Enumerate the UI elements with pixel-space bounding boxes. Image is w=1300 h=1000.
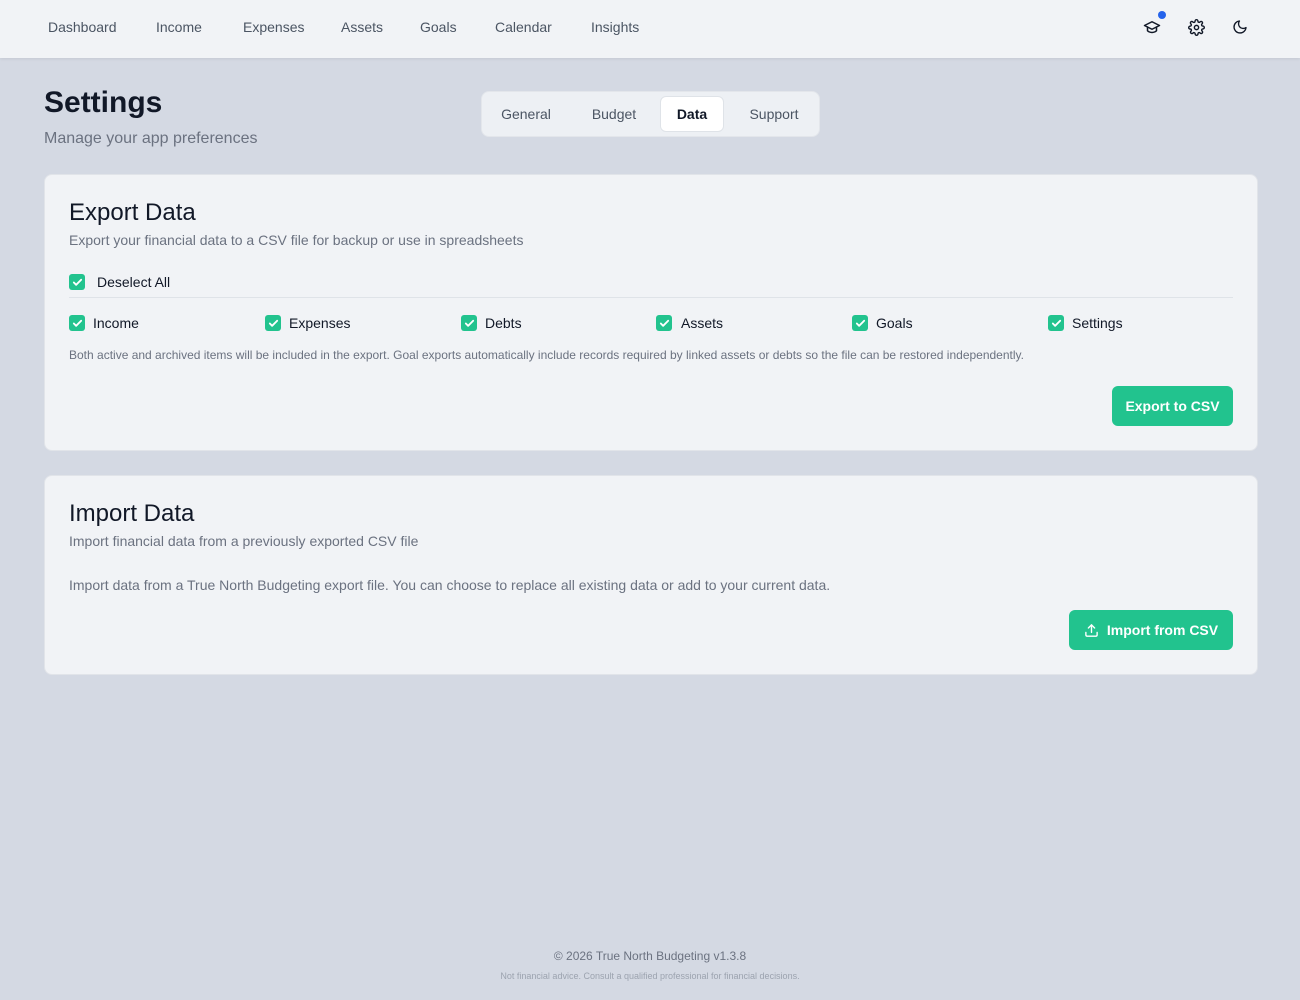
top-nav: Dashboard Income Expenses Assets Goals C… bbox=[0, 0, 1300, 58]
assets-label[interactable]: Assets bbox=[681, 315, 723, 331]
nav-dashboard[interactable]: Dashboard bbox=[48, 19, 117, 35]
divider bbox=[69, 297, 1233, 298]
nav-goals[interactable]: Goals bbox=[420, 19, 457, 35]
assets-checkbox[interactable] bbox=[656, 315, 672, 331]
nav-expenses[interactable]: Expenses bbox=[243, 19, 304, 35]
deselect-all-label[interactable]: Deselect All bbox=[97, 274, 170, 290]
check-icon bbox=[659, 319, 669, 327]
upload-icon bbox=[1085, 623, 1098, 637]
goals-checkbox[interactable] bbox=[852, 315, 868, 331]
nav-assets[interactable]: Assets bbox=[341, 19, 383, 35]
check-icon bbox=[1051, 319, 1061, 327]
tab-data[interactable]: Data bbox=[660, 96, 724, 132]
footer-disclaimer: Not financial advice. Consult a qualifie… bbox=[500, 971, 800, 981]
footer-copyright: © 2026 True North Budgeting v1.3.8 bbox=[553, 949, 747, 963]
goals-label[interactable]: Goals bbox=[876, 315, 913, 331]
notification-dot bbox=[1158, 11, 1166, 19]
income-label[interactable]: Income bbox=[93, 315, 139, 331]
gear-icon[interactable] bbox=[1186, 17, 1206, 37]
expenses-checkbox[interactable] bbox=[265, 315, 281, 331]
page-title: Settings bbox=[44, 86, 163, 119]
check-icon bbox=[464, 319, 474, 327]
nav-insights[interactable]: Insights bbox=[591, 19, 639, 35]
settings-checkbox[interactable] bbox=[1048, 315, 1064, 331]
tab-budget[interactable]: Budget bbox=[572, 96, 656, 132]
debts-label[interactable]: Debts bbox=[485, 315, 522, 331]
income-checkbox[interactable] bbox=[69, 315, 85, 331]
graduation-cap-icon[interactable] bbox=[1142, 11, 1166, 37]
settings-label[interactable]: Settings bbox=[1072, 315, 1123, 331]
import-body: Import data from a True North Budgeting … bbox=[69, 577, 831, 593]
tab-support[interactable]: Support bbox=[732, 96, 816, 132]
nav-income[interactable]: Income bbox=[156, 19, 202, 35]
export-data-card: Export Data Export your financial data t… bbox=[44, 174, 1258, 451]
deselect-all-checkbox[interactable] bbox=[69, 274, 85, 290]
check-icon bbox=[855, 319, 865, 327]
export-csv-button[interactable]: Export to CSV bbox=[1112, 386, 1233, 426]
check-icon bbox=[268, 319, 278, 327]
import-csv-button[interactable]: Import from CSV bbox=[1069, 610, 1233, 650]
settings-tabs: General Budget Data Support bbox=[481, 91, 820, 137]
tab-general[interactable]: General bbox=[486, 96, 566, 132]
debts-checkbox[interactable] bbox=[461, 315, 477, 331]
moon-icon[interactable] bbox=[1230, 17, 1250, 37]
page-subtitle: Manage your app preferences bbox=[44, 130, 258, 147]
export-note: Both active and archived items will be i… bbox=[69, 348, 1024, 362]
import-title: Import Data bbox=[69, 500, 195, 527]
expenses-label[interactable]: Expenses bbox=[289, 315, 350, 331]
export-description: Export your financial data to a CSV file… bbox=[69, 232, 524, 248]
export-title: Export Data bbox=[69, 199, 196, 226]
check-icon bbox=[72, 319, 82, 327]
import-data-card: Import Data Import financial data from a… bbox=[44, 475, 1258, 675]
import-description: Import financial data from a previously … bbox=[69, 533, 419, 549]
nav-calendar[interactable]: Calendar bbox=[495, 19, 552, 35]
import-button-label: Import from CSV bbox=[1106, 622, 1219, 638]
check-icon bbox=[72, 278, 82, 286]
